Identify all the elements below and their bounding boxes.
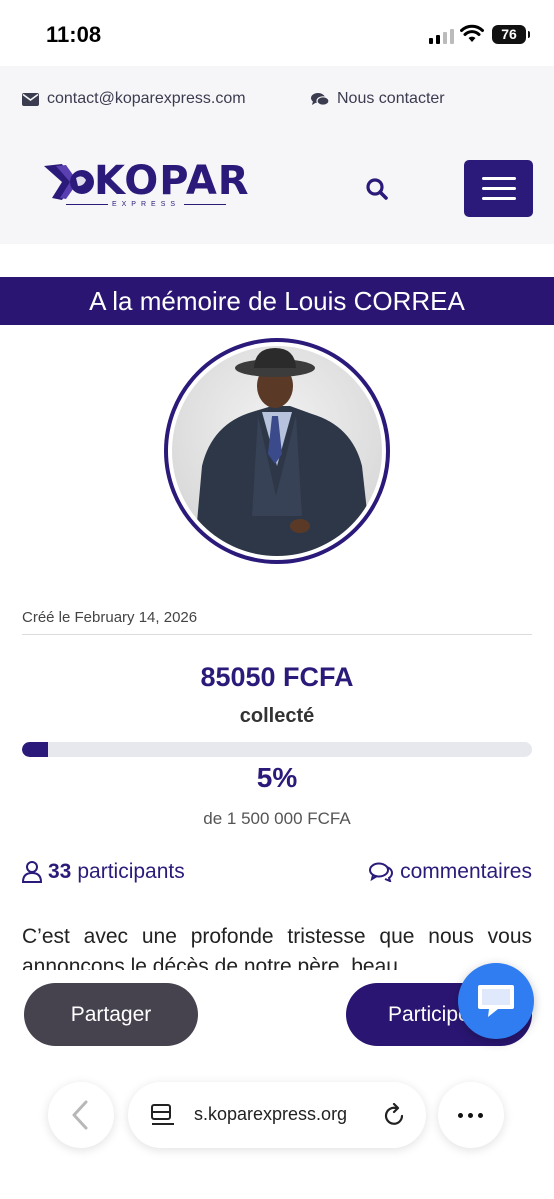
- more-icon: [458, 1113, 463, 1118]
- kopar-logo[interactable]: KOPAR EXPRESS: [44, 158, 249, 214]
- progress-bar: [22, 742, 532, 757]
- chat-widget-button[interactable]: [458, 963, 534, 1039]
- created-date: Créé le February 14, 2026: [22, 609, 198, 626]
- contact-row: contact@koparexpress.com Nous contacter: [22, 90, 534, 112]
- goal-amount: de 1 500 000 FCFA: [203, 809, 351, 828]
- address-bar[interactable]: s.koparexpress.org: [128, 1082, 426, 1148]
- campaign-title: A la mémoire de Louis CORREA: [0, 277, 554, 325]
- status-bar: 11:08 76: [0, 0, 554, 66]
- browser-back-button[interactable]: [48, 1082, 114, 1148]
- user-icon: [22, 861, 42, 883]
- comments-link[interactable]: commentaires: [369, 860, 532, 884]
- site-header: contact@koparexpress.com Nous contacter …: [0, 66, 554, 244]
- progress-fill: [22, 742, 48, 757]
- participants-link[interactable]: 33 participants: [22, 860, 185, 884]
- wifi-icon: [460, 24, 484, 42]
- email-text: contact@koparexpress.com: [47, 90, 246, 107]
- signal-icon: [429, 28, 455, 44]
- chat-bubbles-icon: [311, 92, 329, 106]
- reload-icon[interactable]: [382, 1103, 406, 1127]
- envelope-icon: [22, 92, 39, 106]
- share-button[interactable]: Partager: [24, 983, 198, 1046]
- collected-label: collecté: [239, 705, 315, 727]
- logo-subtext: EXPRESS: [66, 201, 226, 208]
- hamburger-menu-button[interactable]: [464, 160, 533, 217]
- contact-us-text: Nous contacter: [337, 90, 445, 107]
- chevron-left-icon: [72, 1100, 88, 1130]
- more-options-button[interactable]: [438, 1082, 504, 1148]
- participants-count: 33: [48, 860, 72, 883]
- portrait-photo: [194, 348, 372, 556]
- amount-collected: 85050 FCFA: [200, 662, 354, 692]
- logo-text: KOPAR: [94, 158, 250, 204]
- campaign-description: C’est avec une profonde tristesse que no…: [22, 925, 532, 970]
- url-text: s.koparexpress.org: [194, 1104, 348, 1124]
- search-icon[interactable]: [364, 176, 390, 202]
- participants-label: participants: [77, 860, 185, 883]
- comments-label: commentaires: [400, 860, 532, 883]
- page-menu-icon[interactable]: [150, 1103, 176, 1127]
- email-link[interactable]: contact@koparexpress.com: [22, 90, 246, 108]
- comments-icon: [369, 862, 394, 882]
- progress-percent: 5%: [256, 762, 298, 793]
- chat-icon: [478, 985, 514, 1017]
- logo-mark-icon: [44, 164, 94, 200]
- contact-us-link[interactable]: Nous contacter: [311, 90, 445, 108]
- hamburger-menu-icon: [482, 177, 516, 180]
- battery-icon: 76: [492, 25, 530, 44]
- status-time: 11:08: [46, 22, 102, 47]
- divider: [22, 634, 532, 635]
- memorial-portrait: [164, 338, 390, 564]
- browser-toolbar: s.koparexpress.org: [0, 1064, 554, 1199]
